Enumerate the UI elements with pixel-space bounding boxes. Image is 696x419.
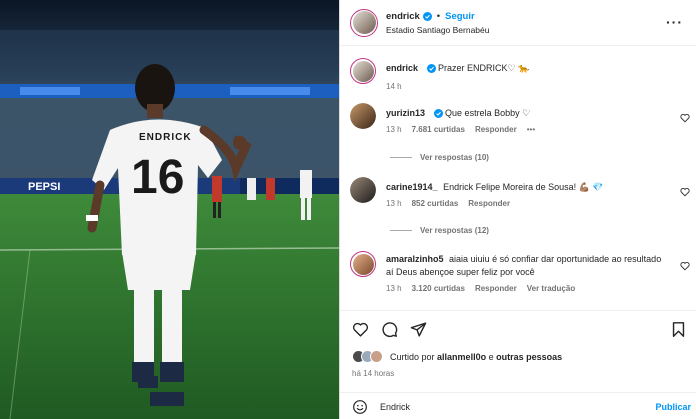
more-options-icon[interactable]: ··· xyxy=(666,14,683,30)
post-timestamp: há 14 horas xyxy=(352,369,395,378)
comment-item: yurizin13 Que estrela Bobby ♡ 13 h 7.681… xyxy=(350,103,690,134)
stadium-scene: PEPSI ENDRICK 16 xyxy=(0,0,339,419)
separator-dot: • xyxy=(436,10,441,22)
comment-likes[interactable]: 7.681 curtidas xyxy=(412,125,465,134)
liked-user[interactable]: allanmell0o xyxy=(437,352,486,362)
comment-time: 13 h xyxy=(386,284,402,293)
caption-username[interactable]: endrick xyxy=(386,63,418,73)
bookmark-icon[interactable] xyxy=(670,321,687,338)
comment-text: Endrick Felipe Moreira de Sousa! 💪🏽 💎 xyxy=(443,182,604,192)
view-replies-label: Ver respostas (10) xyxy=(420,153,489,162)
post-actions: Curtido por allanmell0o e outras pessoas… xyxy=(340,310,696,419)
jersey-number: 16 xyxy=(131,151,184,204)
translate-button[interactable]: Ver tradução xyxy=(527,284,575,293)
ad-board-text: PEPSI xyxy=(28,181,60,193)
verified-badge-icon xyxy=(422,11,432,21)
comment-item: carine1914_ Endrick Felipe Moreira de So… xyxy=(350,177,690,208)
emoji-icon[interactable] xyxy=(352,399,368,415)
comment-composer: Publicar xyxy=(340,392,696,419)
replies-divider xyxy=(390,230,412,231)
comment-input[interactable] xyxy=(380,402,610,412)
post-caption: endrick Prazer ENDRICK♡ 🐆 14 h xyxy=(350,58,690,91)
commenter-avatar[interactable] xyxy=(350,103,376,129)
publish-button[interactable]: Publicar xyxy=(655,402,691,412)
view-replies-label: Ver respostas (12) xyxy=(420,226,489,235)
reply-button[interactable]: Responder xyxy=(475,284,517,293)
like-comment-heart-icon[interactable] xyxy=(680,113,690,123)
post-location[interactable]: Estadio Santiago Bernabéu xyxy=(386,25,490,35)
verified-badge-icon xyxy=(426,64,436,74)
comment-icon[interactable] xyxy=(381,321,398,338)
comment-time: 13 h xyxy=(386,125,402,134)
liked-prefix: Curtido por xyxy=(390,351,435,362)
caption-text: Prazer ENDRICK♡ 🐆 xyxy=(438,63,530,73)
author-avatar[interactable] xyxy=(350,8,378,37)
liked-by[interactable]: Curtido por allanmell0o e outras pessoas xyxy=(352,350,562,363)
post-side-panel: endrick • Seguir Estadio Santiago Bernab… xyxy=(339,0,696,419)
comment-likes[interactable]: 852 curtidas xyxy=(412,199,459,208)
post-header: endrick • Seguir Estadio Santiago Bernab… xyxy=(340,0,696,46)
caption-time: 14 h xyxy=(386,82,402,91)
comment-username[interactable]: carine1914_ xyxy=(386,182,438,192)
commenter-avatar[interactable] xyxy=(350,251,376,277)
jersey-name: ENDRICK xyxy=(139,132,192,143)
like-comment-heart-icon[interactable] xyxy=(680,261,690,271)
comment-item: amaralzinho5 aiaia uiuiu é só confiar da… xyxy=(350,251,690,293)
comment-more-icon[interactable]: ••• xyxy=(527,125,535,134)
author-username[interactable]: endrick xyxy=(386,11,420,22)
comment-likes[interactable]: 3.120 curtidas xyxy=(412,284,465,293)
comment-username[interactable]: amaralzinho5 xyxy=(386,254,444,264)
comment-text: Que estrela Bobby ♡ xyxy=(445,108,531,118)
liked-conj: e xyxy=(488,351,494,362)
reply-button[interactable]: Responder xyxy=(475,125,517,134)
commenter-avatar[interactable] xyxy=(350,177,376,203)
like-comment-heart-icon[interactable] xyxy=(680,187,690,197)
view-replies-button[interactable]: Ver respostas (10) xyxy=(390,153,489,162)
caption-avatar[interactable] xyxy=(350,58,376,84)
post-photo[interactable]: PEPSI ENDRICK 16 xyxy=(0,0,339,419)
replies-divider xyxy=(390,157,412,158)
comment-time: 13 h xyxy=(386,199,402,208)
reply-button[interactable]: Responder xyxy=(468,199,510,208)
share-send-icon[interactable] xyxy=(410,321,427,338)
follow-button[interactable]: Seguir xyxy=(445,11,475,22)
verified-badge-icon xyxy=(433,109,443,119)
liker-avatars xyxy=(352,350,383,363)
comment-username[interactable]: yurizin13 xyxy=(386,108,425,118)
view-replies-button[interactable]: Ver respostas (12) xyxy=(390,226,489,235)
like-heart-icon[interactable] xyxy=(352,321,369,338)
liked-others[interactable]: outras pessoas xyxy=(496,352,562,362)
